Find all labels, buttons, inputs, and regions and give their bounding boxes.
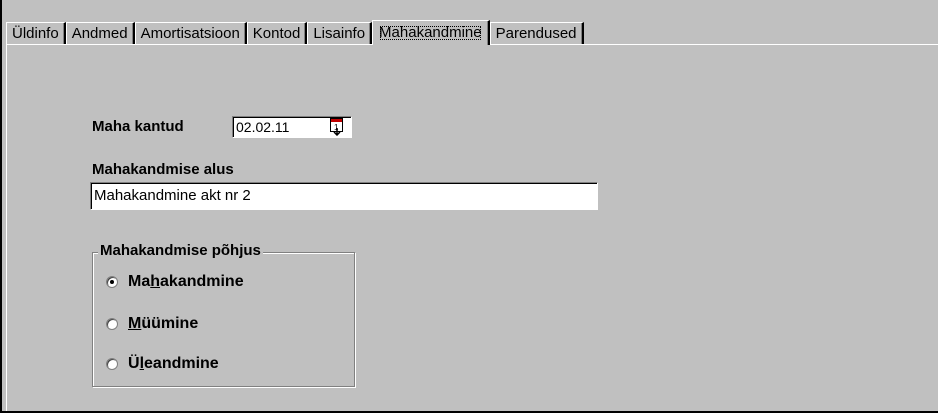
writeoff-basis-field[interactable]: Mahakandmine akt nr 2 <box>90 182 598 210</box>
tab-label: Lisainfo <box>313 25 366 42</box>
tab-parendused[interactable]: Parendused <box>489 22 584 44</box>
radio-label: Mahakandmine <box>128 273 244 290</box>
radio-label: Üleandmine <box>128 355 219 372</box>
tab-lisainfo[interactable]: Lisainfo <box>307 22 373 44</box>
writeoff-reason-group-title: Mahakandmise põhjus <box>98 242 263 259</box>
radio-selected-icon <box>106 276 118 288</box>
radio-label: Müümine <box>128 315 199 332</box>
tab-label: Andmed <box>71 25 128 42</box>
writeoff-date-label: Maha kantud <box>92 118 184 135</box>
tab-label: Parendused <box>495 25 577 42</box>
tab-amortisatsioon[interactable]: Amortisatsioon <box>134 22 247 44</box>
tab-kontod[interactable]: Kontod <box>246 22 308 44</box>
date-picker-button[interactable]: 1 <box>326 118 348 136</box>
radio-unselected-icon <box>106 358 118 370</box>
tab-panel-left-edge <box>6 44 7 411</box>
calendar-icon: 1 <box>330 118 343 136</box>
tab-label: Amortisatsioon <box>140 25 240 42</box>
tab-andmed[interactable]: Andmed <box>65 22 135 44</box>
tab-strip: Üldinfo Andmed Amortisatsioon Kontod Lis… <box>6 20 584 45</box>
tab-mahakandmine[interactable]: Mahakandmine <box>372 20 490 45</box>
writeoff-basis-label: Mahakandmise alus <box>92 161 234 178</box>
reason-radio-mahakandmine[interactable]: Mahakandmine <box>106 273 244 291</box>
reason-radio-uleandmine[interactable]: Üleandmine <box>106 355 219 373</box>
tab-label: Mahakandmine <box>379 24 482 41</box>
tab-label: Kontod <box>252 25 301 42</box>
asset-writeoff-window: Üldinfo Andmed Amortisatsioon Kontod Lis… <box>0 0 938 413</box>
reason-radio-muumine[interactable]: Müümine <box>106 315 198 333</box>
radio-unselected-icon <box>106 318 118 330</box>
tab-uldinfo[interactable]: Üldinfo <box>6 22 66 44</box>
window-left-edge <box>0 0 2 413</box>
tab-label: Üldinfo <box>12 25 59 42</box>
